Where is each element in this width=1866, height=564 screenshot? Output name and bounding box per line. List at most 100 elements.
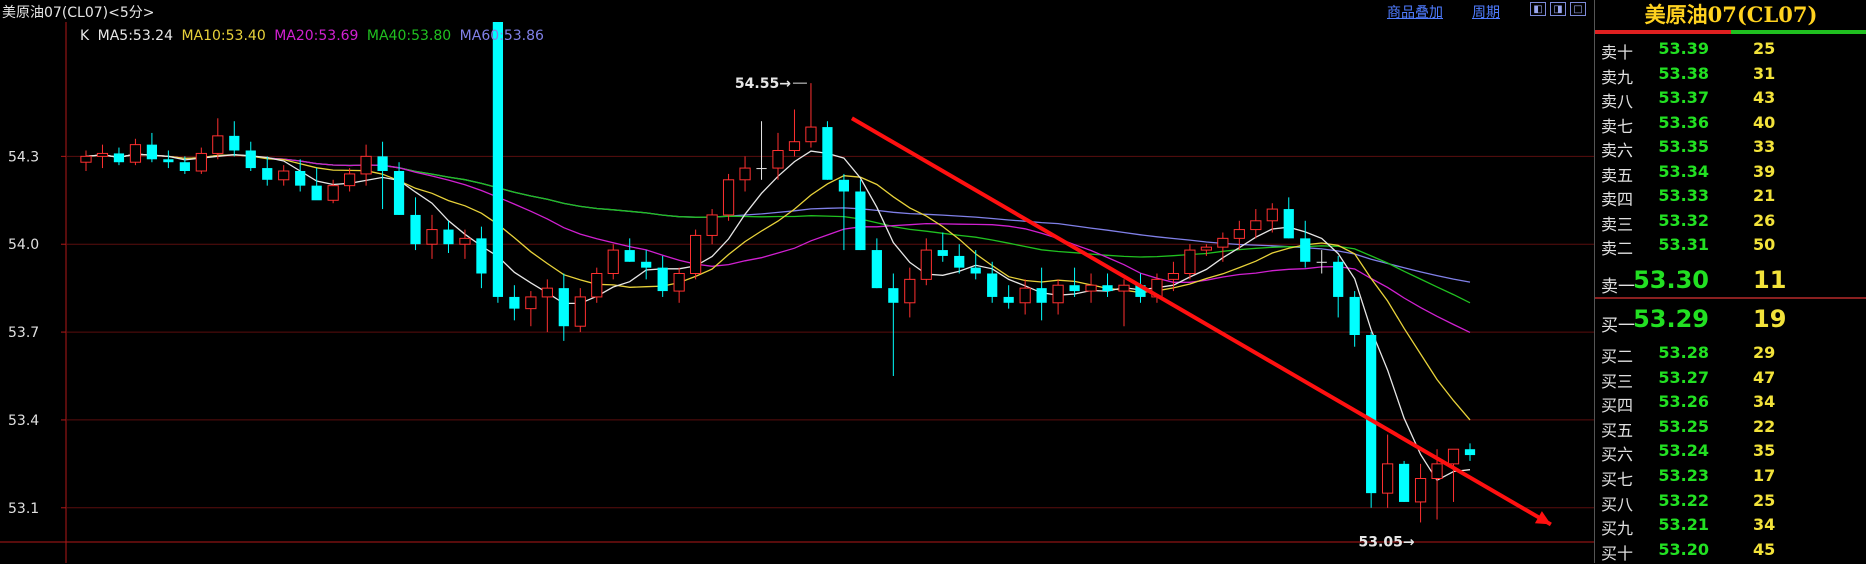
level-volume: 19: [1753, 305, 1787, 333]
candle-body: [212, 135, 224, 154]
level-price: 53.23: [1658, 466, 1709, 485]
candle-body: [1217, 237, 1229, 248]
level-label: 买六: [1601, 445, 1634, 465]
candle-body: [805, 126, 817, 143]
candle-body: [1464, 449, 1476, 456]
level-label: 买五: [1601, 420, 1634, 440]
level-volume: 17: [1753, 466, 1776, 485]
period-link[interactable]: 周期: [1472, 2, 1500, 22]
candle-body: [163, 159, 174, 163]
candle-body: [113, 153, 125, 163]
level-price: 53.28: [1658, 343, 1709, 362]
level-label: 卖五: [1601, 165, 1634, 185]
candle-body: [525, 296, 537, 310]
ask-row: 卖七 53.36 40: [1595, 110, 1866, 136]
level-price: 53.32: [1658, 210, 1709, 230]
candle-body: [838, 179, 850, 192]
level-volume: 40: [1753, 112, 1776, 132]
candle-body: [1085, 284, 1097, 292]
candle-body: [1316, 261, 1327, 263]
candle-body: [541, 287, 553, 298]
candle-body: [1333, 261, 1344, 297]
level-volume: 39: [1753, 161, 1776, 181]
ma40-label: MA40:53.80: [366, 28, 452, 44]
candle-body: [1366, 335, 1377, 494]
candle-body: [788, 141, 801, 152]
candle-body: [1250, 220, 1262, 231]
level-label: 买九: [1601, 519, 1634, 539]
level-volume: 26: [1753, 210, 1776, 230]
candle-body: [673, 273, 685, 292]
low-price-label: 53.05→: [1359, 534, 1415, 550]
level-label: 卖八: [1601, 92, 1634, 111]
level-price: 53.26: [1658, 392, 1709, 412]
candle-body: [772, 150, 784, 169]
level-volume: 25: [1753, 39, 1776, 58]
level-volume: 31: [1753, 63, 1776, 83]
window-title: 美原油07(CL07)<5分>: [2, 5, 155, 21]
bid-row: 买四 53.26 34: [1595, 389, 1866, 415]
candle-body: [937, 250, 948, 256]
candle-body: [1283, 209, 1294, 239]
ask-row: 卖五 53.34 39: [1595, 159, 1866, 185]
ask-row: 卖六 53.35 33: [1595, 134, 1866, 160]
candle-body: [970, 267, 981, 274]
candle-body: [1414, 478, 1427, 503]
candle-body: [146, 144, 158, 160]
candle-body: [327, 185, 339, 201]
level-label: 买八: [1601, 494, 1634, 514]
candle-body: [426, 229, 438, 245]
candle-body: [459, 237, 471, 245]
k-label: K: [80, 28, 90, 44]
level-volume: 33: [1753, 137, 1776, 156]
candle-body: [888, 288, 899, 303]
y-tick-label: 53.1: [8, 501, 39, 517]
ask-row: 卖二 53.31 50: [1595, 232, 1866, 258]
candle-body: [195, 152, 207, 172]
restore-left-icon[interactable]: ◧: [1530, 2, 1546, 16]
y-tick-label: 54.0: [8, 237, 39, 253]
level-label: 买二: [1601, 347, 1634, 366]
bid-row: 买三 53.27 47: [1595, 365, 1866, 391]
level-price: 53.33: [1658, 186, 1709, 205]
y-tick-label: 54.3: [8, 149, 39, 165]
level-label: 卖三: [1601, 214, 1634, 234]
candle-body: [558, 288, 569, 327]
candle-body: [360, 155, 372, 175]
candle-body: [1349, 296, 1360, 335]
level-price: 53.31: [1658, 235, 1709, 254]
candle-body: [1184, 249, 1196, 274]
candle-body: [1019, 287, 1031, 304]
bid-row: 买二 53.28 29: [1595, 340, 1866, 366]
y-tick-label: 53.4: [8, 413, 39, 429]
kline-chart[interactable]: 54.3 54.0 53.7 53.4 53.1 54.55→ 53.05→: [0, 22, 1594, 563]
level-label: 买七: [1601, 470, 1634, 489]
ma5-label: MA5:53.24: [97, 28, 173, 44]
level-price: 53.21: [1658, 515, 1709, 535]
candle-body: [904, 278, 916, 304]
candle-body: [657, 267, 668, 292]
candle-body: [245, 150, 256, 169]
level-price: 53.27: [1658, 367, 1709, 387]
order-book-panel: 美原油07(CL07) 卖十 53.39 25 卖九 53.38 31 卖八 53.37 43 卖…: [1594, 0, 1866, 563]
candle-body: [574, 296, 586, 327]
level-volume: 43: [1753, 88, 1776, 107]
level-volume: 34: [1753, 392, 1776, 412]
level-price: 53.25: [1658, 416, 1709, 436]
ask-row: 卖四 53.33 21: [1595, 183, 1866, 209]
ma10-label: MA10:53.40: [181, 28, 266, 44]
candle-body: [1200, 246, 1212, 251]
level-volume: 22: [1753, 416, 1776, 436]
level-price: 53.20: [1658, 539, 1709, 559]
candle-body: [591, 273, 603, 298]
level-label: 买三: [1601, 371, 1634, 391]
restore-right-icon[interactable]: ◨: [1550, 2, 1566, 16]
candle-body: [1036, 288, 1047, 303]
level-label: 买十: [1601, 543, 1634, 563]
candle-body: [1118, 284, 1130, 292]
level-label: 卖六: [1601, 141, 1634, 160]
candle-body: [1447, 448, 1460, 465]
overlay-link[interactable]: 商品叠加: [1387, 2, 1443, 22]
maximize-icon[interactable]: □: [1570, 2, 1586, 16]
candle-body: [410, 214, 421, 245]
